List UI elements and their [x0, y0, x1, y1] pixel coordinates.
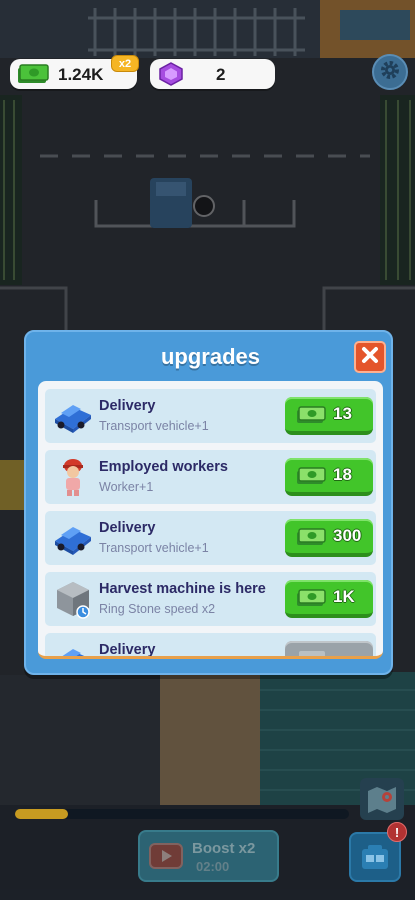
buy-button[interactable]: 13: [285, 397, 373, 435]
blue-truck-icon: [51, 395, 95, 437]
cash-stack-icon: [295, 404, 327, 431]
worker-icon: [51, 456, 95, 498]
gem-counter: 2: [150, 59, 275, 89]
map-icon: [366, 783, 398, 820]
upgrade-subtitle: Transport vehicle+1: [99, 419, 209, 433]
purple-gem-icon: [158, 62, 184, 91]
upgrade-row-delivery: Delivery Transport vehicle+1 13: [45, 389, 376, 443]
buy-price: 1K: [333, 587, 355, 606]
boost-label: Boost x2: [192, 840, 256, 857]
dialog-title: upgrades: [160, 344, 261, 369]
upgrade-subtitle: Transport vehicle+1: [99, 541, 209, 555]
buy-button[interactable]: 18: [285, 458, 373, 496]
upgrade-row-delivery: Delivery: [45, 633, 376, 658]
shop-icon: [360, 843, 390, 876]
buy-price: 18: [333, 465, 352, 484]
buy-button-locked[interactable]: [285, 641, 373, 656]
upgrade-title: Harvest machine is here: [99, 581, 266, 597]
buy-button[interactable]: 300: [285, 519, 373, 557]
upgrade-subtitle: Ring Stone speed x2: [99, 602, 216, 616]
buy-price: 13: [333, 404, 352, 423]
close-button[interactable]: [354, 341, 386, 373]
level-progress-fill: [15, 809, 69, 819]
upgrades-dialog: upgrades Delivery Transport vehicle+1 13…: [24, 330, 393, 675]
cash-stack-icon: [295, 648, 327, 656]
cash-value: 1.24K: [58, 65, 104, 84]
upgrade-title: Delivery: [99, 642, 156, 658]
gear-icon: [379, 59, 401, 86]
cash-stack-icon: [295, 526, 327, 553]
boost-x2-button[interactable]: Boost x2 02:00: [138, 830, 279, 882]
upgrade-row-delivery: Delivery Transport vehicle+1 300: [45, 511, 376, 565]
upgrade-row-harvest-machine: Harvest machine is here Ring Stone speed…: [45, 572, 376, 626]
gem-value: 2: [216, 65, 226, 84]
map-button[interactable]: [360, 778, 404, 820]
buy-price: 300: [333, 526, 362, 545]
level-progress-bar: [15, 809, 349, 819]
stone-machine-icon: [51, 578, 95, 620]
upgrade-title: Delivery: [99, 520, 156, 536]
video-ad-icon: [149, 843, 183, 876]
blue-truck-icon: [51, 639, 95, 656]
boost-timer: 02:00: [196, 859, 230, 874]
cash-stack-icon: [295, 587, 327, 614]
buy-button[interactable]: 1K: [285, 580, 373, 618]
cash-stack-icon: [16, 62, 50, 91]
upgrade-row-workers: Employed workers Worker+1 18: [45, 450, 376, 504]
settings-button[interactable]: [372, 54, 408, 90]
blue-truck-icon: [51, 517, 95, 559]
upgrade-subtitle: Worker+1: [99, 480, 154, 494]
shop-notification-badge: !: [387, 822, 407, 842]
upgrade-list[interactable]: Delivery Transport vehicle+1 13 Employed…: [38, 381, 383, 659]
cash-stack-icon: [295, 465, 327, 492]
cash-multiplier-badge: x2: [111, 55, 139, 72]
close-icon: [361, 346, 379, 369]
upgrade-title: Employed workers: [99, 459, 228, 475]
upgrade-title: Delivery: [99, 398, 156, 414]
